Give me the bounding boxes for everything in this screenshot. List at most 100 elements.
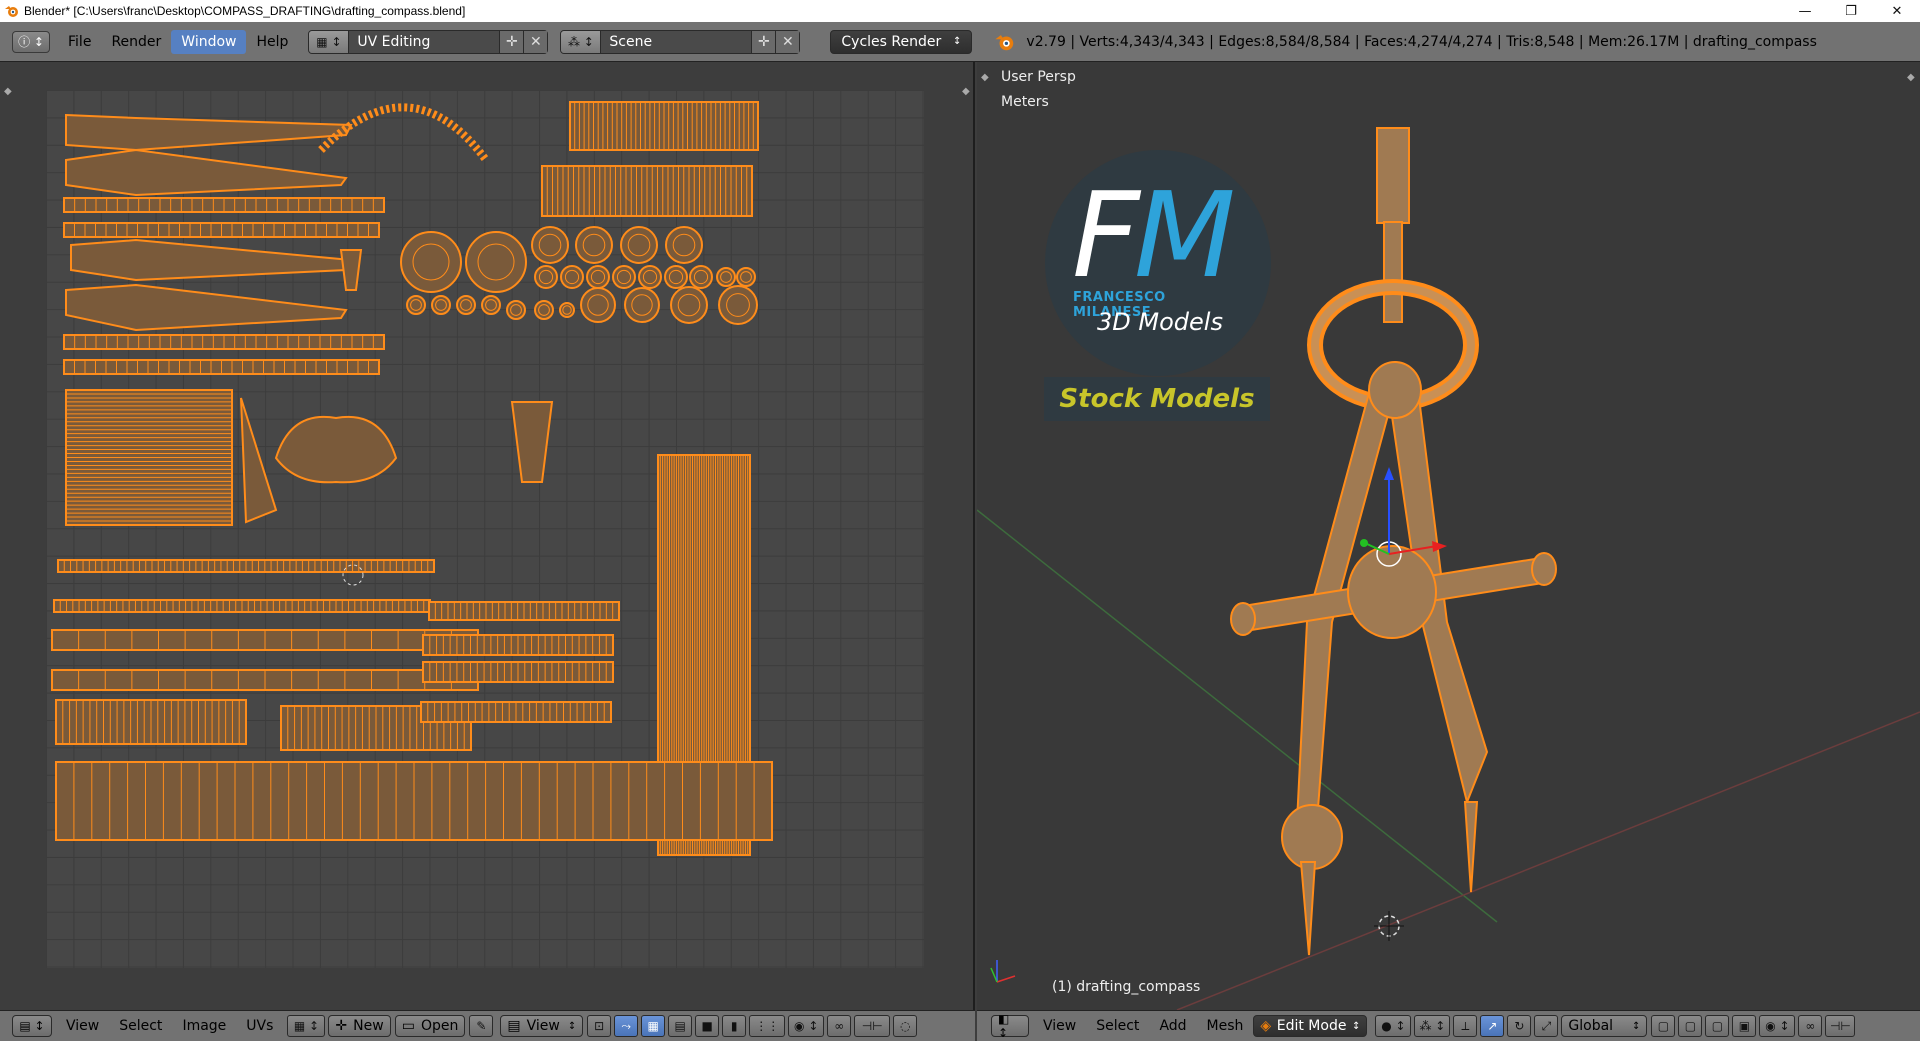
scene-selector[interactable]: ⁂ ↕ Scene ✛ ✕ [560, 29, 801, 54]
vertex-select-icon[interactable]: ▢ [1651, 1015, 1676, 1037]
add-layout-icon[interactable]: ✛ [499, 30, 524, 53]
menu-help[interactable]: Help [246, 30, 298, 54]
island-select-icon[interactable]: ▮ [722, 1015, 747, 1037]
editor-type-selector[interactable]: ▤ ↕ [12, 1015, 52, 1037]
compass-handle [1376, 127, 1410, 224]
uv-island-rod [420, 701, 612, 723]
menu-render[interactable]: Render [101, 30, 171, 54]
screen-layout-name[interactable]: UV Editing [349, 30, 500, 53]
v3d-menu-add[interactable]: Add [1149, 1014, 1196, 1038]
v3d-menu-select[interactable]: Select [1086, 1014, 1149, 1038]
scene-icon[interactable]: ⁂ ↕ [561, 30, 602, 53]
uv-island-cone [339, 249, 363, 291]
snap-element-icon[interactable]: ⊣⊢ [1825, 1015, 1856, 1037]
scale-icon[interactable]: ⤢ [1534, 1015, 1559, 1037]
uv-island-cup [510, 401, 554, 483]
menu-file[interactable]: File [58, 30, 101, 54]
uv-menu-image[interactable]: Image [172, 1014, 236, 1038]
render-slot-icon[interactable]: ◌ [893, 1015, 918, 1037]
add-scene-icon[interactable]: ✛ [751, 30, 776, 53]
remove-layout-icon[interactable]: ✕ [523, 30, 548, 53]
uv-island-disc [689, 265, 713, 289]
toolbar-toggle-icon[interactable]: ◆ [4, 86, 12, 97]
screen-layout-selector[interactable]: ▦ ↕ UV Editing ✛ ✕ [308, 29, 549, 54]
v3d-menu-mesh[interactable]: Mesh [1197, 1014, 1254, 1038]
uv-menu-view[interactable]: View [56, 1014, 109, 1038]
close-button[interactable]: ✕ [1874, 0, 1920, 22]
compass-pencil [1463, 801, 1479, 893]
uv-island-disc [431, 295, 451, 315]
editor-type-selector[interactable]: ⓘ ↕ [12, 30, 50, 53]
uv-island-block [569, 101, 759, 151]
translate-icon[interactable]: ↗ [1480, 1015, 1505, 1037]
uv-island-rod [422, 634, 614, 656]
chevron-updown-icon: ↕ [1352, 1020, 1361, 1032]
rotate-icon[interactable]: ↻ [1507, 1015, 1532, 1037]
edge-select-icon[interactable]: ▢ [1678, 1015, 1703, 1037]
uv-island-disc [400, 231, 462, 293]
uv-menu-uvs[interactable]: UVs [236, 1014, 283, 1038]
blender-logo-icon [5, 6, 18, 17]
uv-island-disc [718, 285, 758, 325]
snap-icon[interactable]: ∞ [1798, 1015, 1823, 1037]
proportional-edit-icon[interactable]: ◉ ↕ [788, 1015, 825, 1037]
open-image-button[interactable]: ▭ Open [394, 1015, 466, 1037]
properties-toggle-icon[interactable]: ◆ [962, 86, 970, 97]
proportional-edit-icon[interactable]: ◉ ↕ [1759, 1015, 1796, 1037]
render-engine-select[interactable]: Cycles Render ↕ [830, 29, 973, 54]
occlude-geometry-icon[interactable]: ▣ [1732, 1015, 1757, 1037]
info-header: ⓘ ↕ File Render Window Help ▦ ↕ UV Editi… [0, 22, 1920, 62]
uv-island-disc [586, 265, 610, 289]
face-select-icon[interactable]: ▢ [1705, 1015, 1730, 1037]
gizmo-x-axis [996, 975, 1016, 983]
uv-image-editor[interactable]: ◆ ◆ [0, 62, 975, 1010]
sticky-select-icon[interactable]: ⤳ [614, 1015, 639, 1037]
uv-island-block [65, 389, 233, 526]
image-browse-icon[interactable]: ▦ ↕ [287, 1015, 326, 1037]
uv-editor-header: ▤ ↕ View Select Image UVs ▦ ↕ ✛ New ▭ Open… [0, 1010, 975, 1041]
uv-island-block [55, 761, 773, 841]
editor-type-selector[interactable]: ◧ ↕ [991, 1012, 1029, 1040]
v3d-menu-view[interactable]: View [1033, 1014, 1086, 1038]
uv-island-blade [65, 283, 348, 332]
y-arrow-head [1360, 539, 1368, 547]
uv-grid-canvas[interactable] [46, 90, 924, 968]
edge-select-icon[interactable]: ▤ [668, 1015, 693, 1037]
uv-island-disc [736, 267, 756, 287]
transform-orientation-select[interactable]: Global ↕ [1561, 1015, 1648, 1037]
uv-islands[interactable] [46, 90, 924, 968]
uv-pivot-select[interactable]: ⋮⋮ [749, 1015, 786, 1037]
vertex-select-icon[interactable]: ▦ [641, 1015, 666, 1037]
menu-window[interactable]: Window [171, 29, 247, 54]
remove-scene-icon[interactable]: ✕ [775, 30, 800, 53]
uv-menu-select[interactable]: Select [109, 1014, 172, 1038]
pivot-point-icon[interactable]: ⁂ ↕ [1414, 1015, 1451, 1037]
chevron-updown-icon: ↕ [1632, 1020, 1641, 1032]
view-mode-select[interactable]: ▤ View ↕ [500, 1015, 584, 1037]
uv-island-disc [664, 265, 688, 289]
pivot-icon[interactable]: ⊡ [587, 1015, 612, 1037]
snap-element-icon[interactable]: ⊣⊢ [854, 1015, 891, 1037]
minimize-button[interactable]: — [1782, 0, 1828, 22]
scene-statistics: v2.79 | Verts:4,343/4,343 | Edges:8,584/… [1026, 33, 1817, 50]
maximize-button[interactable]: ❐ [1828, 0, 1874, 22]
scene-name[interactable]: Scene [601, 30, 752, 53]
uv-island-rod [63, 334, 385, 350]
layout-icon[interactable]: ▦ ↕ [309, 30, 350, 53]
face-select-icon[interactable]: ■ [695, 1015, 720, 1037]
compass-bar-end [1230, 602, 1256, 636]
manipulator-icon[interactable]: ⟂ [1453, 1015, 1478, 1037]
new-image-button[interactable]: ✛ New [328, 1015, 391, 1037]
uv-island-disc [665, 226, 703, 264]
image-editor-icon: ▤ ↕ [19, 1019, 45, 1033]
uv-island-rod [57, 559, 435, 573]
snap-icon[interactable]: ∞ [827, 1015, 852, 1037]
chevron-updown-icon: ↕ [953, 36, 962, 47]
window-title: Blender* [C:\Users\franc\Desktop\COMPASS… [24, 4, 466, 18]
mode-select[interactable]: ◈ Edit Mode ↕ [1253, 1015, 1368, 1037]
shading-select-icon[interactable]: ● ↕ [1375, 1015, 1412, 1037]
view-mode-icon: ▤ [507, 1018, 521, 1034]
3d-view-icon: ◧ ↕ [998, 1012, 1010, 1040]
uv-island-rod [51, 629, 479, 651]
pin-icon[interactable]: ✎ [469, 1015, 494, 1037]
